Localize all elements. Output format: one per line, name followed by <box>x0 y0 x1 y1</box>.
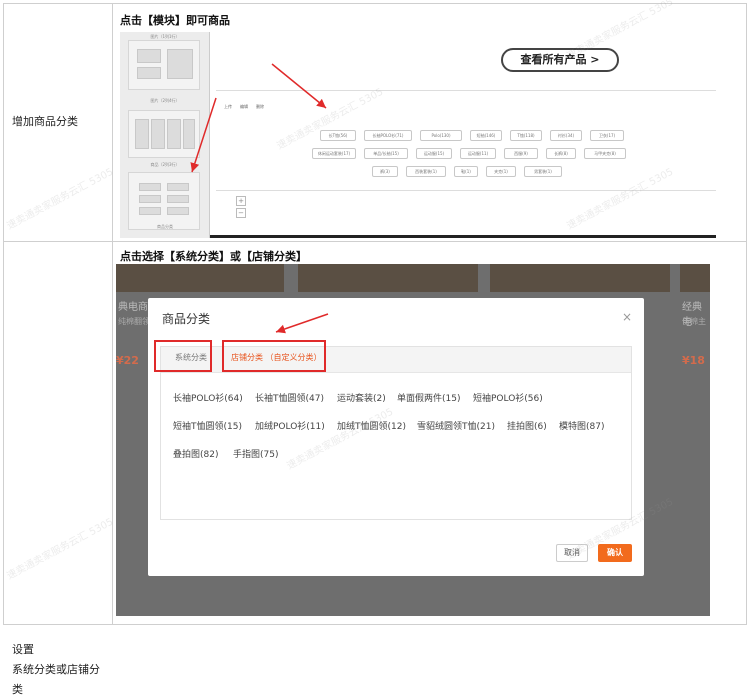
step-instruction: 点击选择【系统分类】或【店铺分类】 <box>120 250 307 263</box>
row-label: 增加商品分类 <box>12 115 78 128</box>
row-label-line: 类 <box>12 683 23 696</box>
row-label-line: 设置 <box>12 643 34 656</box>
arrows-overlay <box>190 63 327 173</box>
arrow-to-category-module <box>190 97 217 173</box>
step-instruction: 点击【模块】即可商品 <box>120 14 230 27</box>
row-label-line: 系统分类或店铺分 <box>12 663 100 676</box>
arrow-to-shop-tab <box>275 313 329 334</box>
arrow-overlay <box>275 313 329 334</box>
arrow-to-canvas <box>271 63 327 109</box>
row-label: 设置 系统分类或店铺分 类 <box>12 640 106 700</box>
table-row: 增加商品分类 点击【模块】即可商品 图片（1列1行） 图片（2列4行） 商品（2… <box>4 4 746 242</box>
screenshot-module-editor: 图片（1列1行） 图片（2列4行） 商品（2列3行） 商品分类 查看所有产品 >… <box>120 32 716 238</box>
screenshot-category-dialog: 典电商 纯棉翻领 ¥22 经典电 仿棉主 ¥18 商品分类 × 系统分类 店铺分… <box>116 264 710 616</box>
